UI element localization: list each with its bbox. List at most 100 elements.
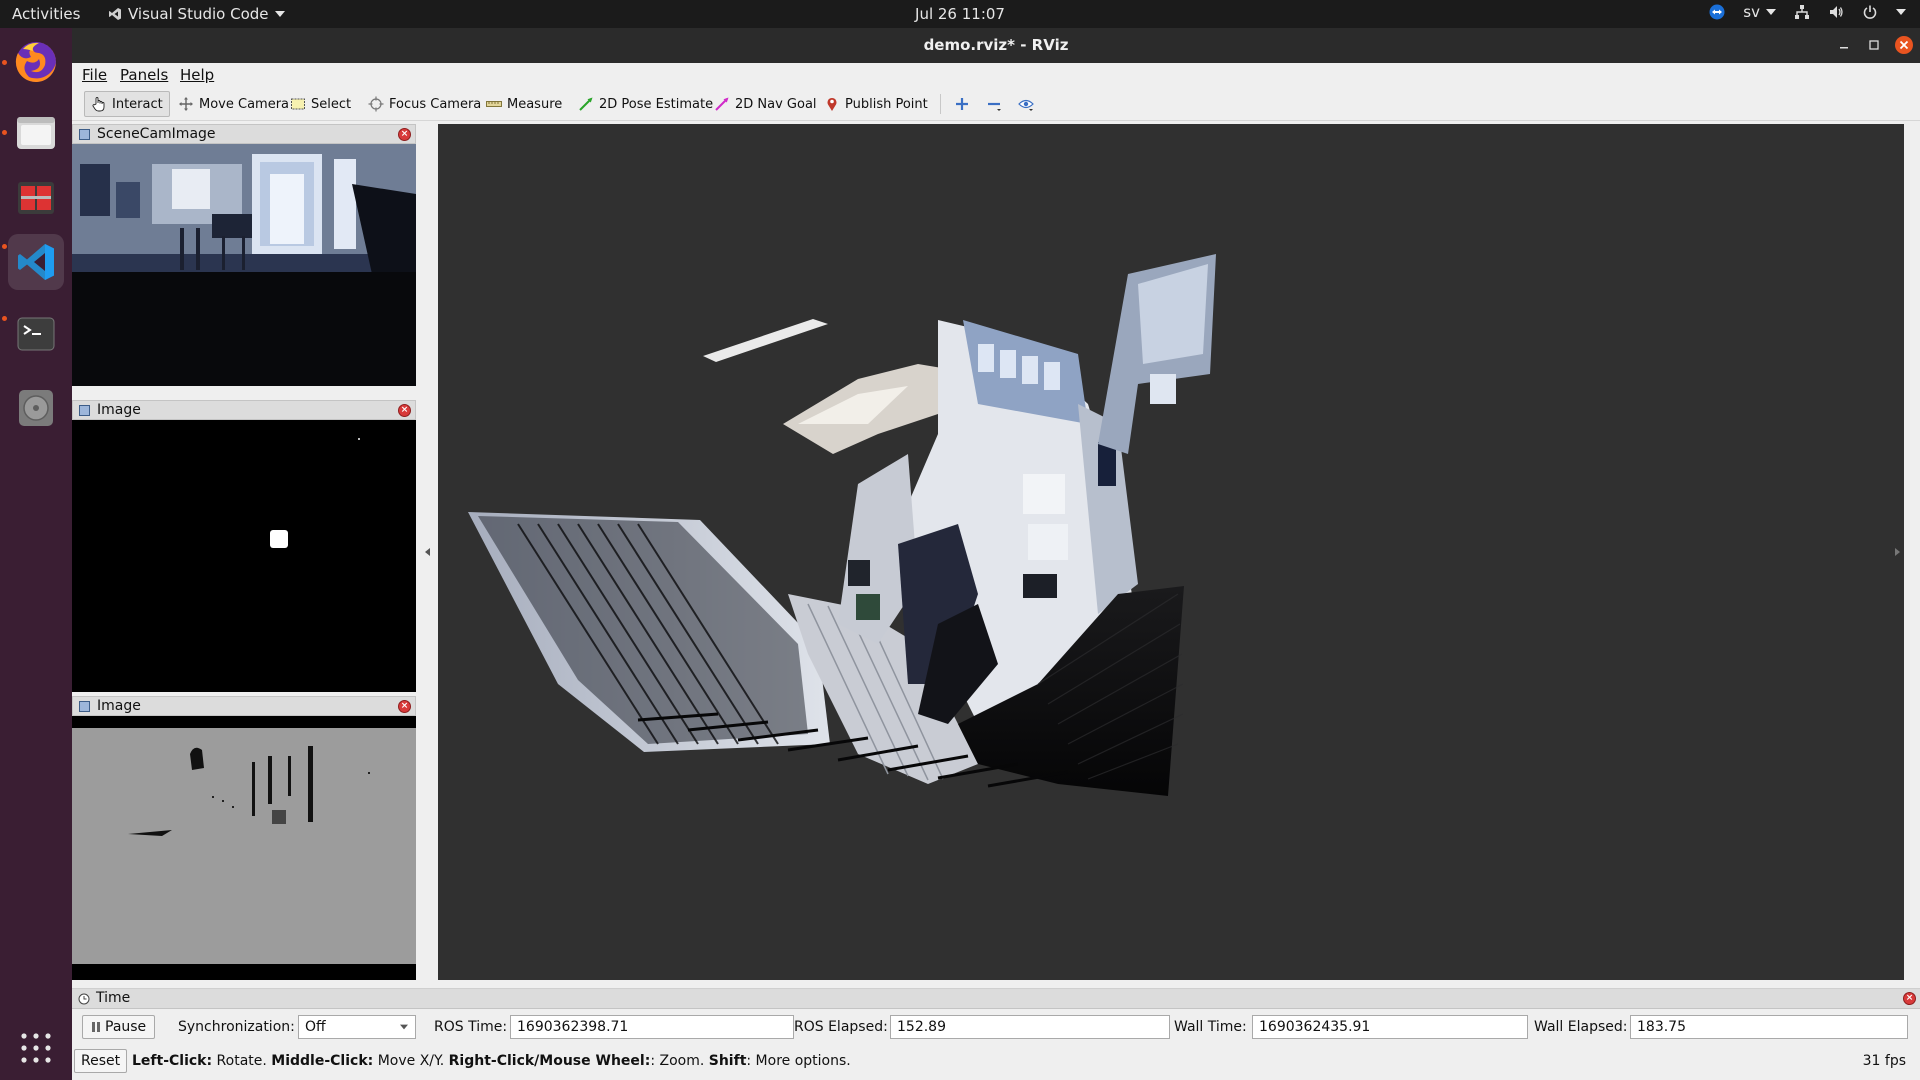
app-grid-red-icon (18, 182, 54, 214)
plus-icon (956, 98, 968, 110)
clock[interactable]: Jul 26 11:07 (0, 5, 1920, 23)
terminal-launcher[interactable] (8, 306, 64, 362)
time-panel: Time × Pause Synchronization: Off ROS Ti… (72, 988, 1920, 1080)
menu-file-label: File (82, 66, 108, 84)
move-camera-label: Move Camera (199, 96, 290, 112)
interact-tool[interactable]: Interact (84, 91, 170, 117)
panel-window-icon (79, 701, 90, 712)
sync-select[interactable]: Off (298, 1015, 416, 1039)
panel-splitter[interactable] (416, 124, 438, 980)
move-arrows-icon (179, 97, 193, 111)
system-menu-chevron[interactable] (1896, 9, 1906, 15)
status-help-text: Left-Click: Rotate. Middle-Click: Move X… (132, 1053, 851, 1069)
running-indicator (2, 130, 7, 135)
depth-image[interactable] (72, 716, 416, 980)
move-camera-tool[interactable]: Move Camera (172, 91, 295, 117)
pause-button[interactable]: Pause (82, 1015, 156, 1039)
close-panel-button[interactable]: × (398, 700, 411, 713)
select-tool[interactable]: Select (284, 91, 357, 117)
wall-elapsed-label: Wall Elapsed: (1534, 1019, 1628, 1035)
wall-elapsed-field[interactable]: 183.75 (1630, 1015, 1908, 1039)
disk-icon (19, 390, 53, 426)
red-app-launcher[interactable] (8, 170, 64, 226)
nav-goal-tool[interactable]: 2D Nav Goal (708, 91, 823, 117)
network-icon (1795, 5, 1809, 19)
scene-cam-panel-title: SceneCamImage (97, 126, 216, 142)
view-tool-button[interactable] (1012, 91, 1040, 117)
keyboard-layout-menu[interactable]: sv (1743, 3, 1776, 21)
time-panel-header[interactable]: Time × (72, 989, 1920, 1009)
running-indicator (2, 60, 7, 65)
menu-file[interactable]: File (82, 66, 107, 84)
reset-label: Reset (81, 1053, 121, 1069)
chevron-down-icon (1896, 9, 1906, 15)
tool-bar: Interact Move Camera Select Focus Camera… (72, 87, 1920, 121)
pose-estimate-label: 2D Pose Estimate (599, 96, 714, 112)
close-panel-button[interactable]: × (398, 404, 411, 417)
chevron-down-icon (400, 1024, 408, 1030)
vscode-launcher[interactable] (8, 234, 64, 290)
close-button[interactable] (1892, 33, 1916, 57)
scene-cam-panel-header[interactable]: SceneCamImage × (72, 124, 416, 144)
scene-camera-image[interactable] (72, 144, 416, 386)
toolbar-separator (940, 94, 941, 114)
window-titlebar[interactable]: demo.rviz* - RViz (72, 28, 1920, 63)
panel-window-icon (79, 405, 90, 416)
wall-time-field[interactable]: 1690362435.91 (1252, 1015, 1528, 1039)
show-applications-button[interactable] (8, 1020, 64, 1076)
3d-render-view[interactable] (438, 124, 1904, 980)
window-title: demo.rviz* - RViz (923, 36, 1069, 54)
collapse-right-icon[interactable] (1892, 546, 1904, 558)
ros-elapsed-label: ROS Elapsed: (794, 1019, 888, 1035)
clock-icon (78, 993, 90, 1005)
running-indicator (2, 316, 7, 321)
volume-icon (1830, 6, 1843, 18)
image-panel-depth-header[interactable]: Image × (72, 696, 416, 716)
image-panel-mask-title: Image (97, 402, 141, 418)
pose-estimate-tool[interactable]: 2D Pose Estimate (572, 91, 719, 117)
reset-button[interactable]: Reset (74, 1049, 128, 1073)
collapse-left-icon (425, 548, 430, 556)
remove-tool-button[interactable] (980, 91, 1008, 117)
maximize-button[interactable] (1862, 33, 1886, 57)
magenta-arrow-icon (715, 97, 729, 111)
terminal-icon (17, 317, 55, 351)
measure-tool[interactable]: Measure (480, 91, 568, 117)
pause-label: Pause (105, 1019, 147, 1035)
hand-pointer-icon (92, 97, 105, 112)
left-click-action: Rotate. (212, 1053, 272, 1069)
map-pin-icon (827, 97, 837, 111)
system-tray[interactable]: sv (1709, 3, 1906, 21)
right-click-action: : Zoom. (650, 1053, 709, 1069)
vscode-icon (18, 244, 54, 280)
menu-help-label: Help (180, 66, 215, 84)
menu-panels-label: Panels (120, 66, 169, 84)
ros-elapsed-field[interactable]: 152.89 (890, 1015, 1170, 1039)
disk-launcher[interactable] (8, 380, 64, 436)
publish-point-tool[interactable]: Publish Point (818, 91, 934, 117)
image-panel-mask-header[interactable]: Image × (72, 400, 416, 420)
close-panel-button[interactable]: × (398, 128, 411, 141)
minimize-button[interactable] (1832, 33, 1856, 57)
scene-cam-panel: SceneCamImage × (72, 124, 416, 386)
minus-icon (988, 102, 1001, 111)
dock (0, 28, 72, 1080)
publish-point-label: Publish Point (845, 96, 928, 112)
shift-key: Shift (708, 1053, 747, 1069)
menu-help[interactable]: Help (180, 66, 214, 84)
files-launcher[interactable] (8, 104, 64, 160)
close-icon (1895, 36, 1913, 54)
add-tool-button[interactable] (948, 91, 976, 117)
close-panel-button[interactable]: × (1903, 992, 1916, 1005)
files-icon (17, 117, 55, 149)
firefox-launcher[interactable] (8, 34, 64, 90)
middle-click-key: Middle-Click: (271, 1053, 374, 1069)
chevron-down-icon (1766, 9, 1776, 15)
focus-camera-tool[interactable]: Focus Camera (362, 91, 487, 117)
mask-image[interactable] (72, 420, 416, 692)
maximize-icon (1869, 40, 1879, 50)
measure-label: Measure (507, 96, 563, 112)
menu-panels[interactable]: Panels (120, 66, 168, 84)
ros-time-field[interactable]: 1690362398.71 (510, 1015, 794, 1039)
sync-label: Synchronization: (178, 1019, 295, 1035)
